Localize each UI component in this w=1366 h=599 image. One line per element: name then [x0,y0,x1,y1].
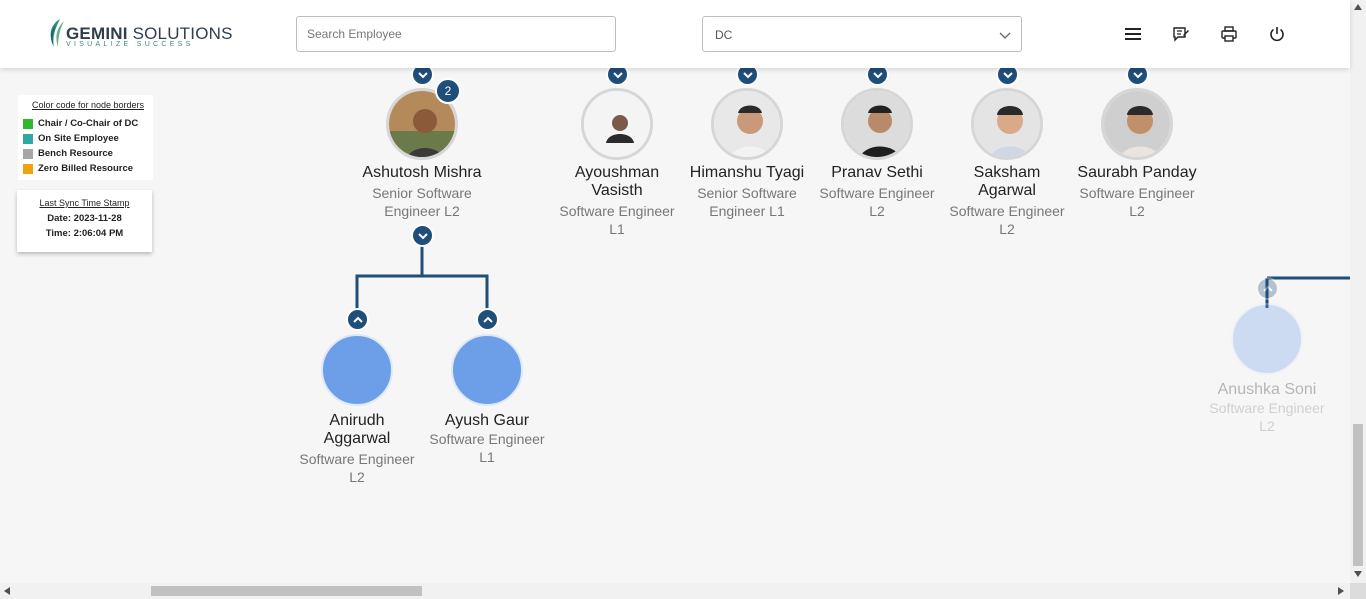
company-logo[interactable]: GEMINI SOLUTIONS VISUALIZE SUCCESS [46,17,232,51]
scroll-right-icon[interactable] [1338,587,1344,595]
sync-timestamp-card: Last Sync Time Stamp Date: 2023-11-28 Ti… [17,190,152,252]
collapse-toggle[interactable] [476,308,499,331]
avatar [1101,88,1173,160]
employee-role: Senior Software Engineer L2 [372,185,472,219]
scrollbar-corner [1350,583,1366,599]
dc-select[interactable]: DC [702,16,1022,52]
employee-name: Ayoushman Vasisth [574,164,660,199]
print-button[interactable] [1218,23,1240,45]
dc-select-value: DC [715,28,733,42]
employee-role: Software Engineer L2 [1079,185,1195,219]
employee-name: Anirudh Aggarwal [323,412,391,447]
chevron-down-icon [742,71,753,78]
color-legend: Color code for node borders Chair / Co-C… [18,95,153,180]
employee-role: Software Engineer L1 [429,431,545,465]
chevron-up-icon [1262,285,1273,292]
chevron-up-icon [482,316,493,323]
scroll-down-icon[interactable] [1354,571,1362,577]
employee-name: Saurabh Panday [1077,164,1197,181]
chevron-down-icon [612,71,623,78]
avatar [971,88,1043,160]
legend-item: Bench Resource [23,146,153,161]
chevron-down-icon [417,71,428,78]
chevron-down-icon [872,71,883,78]
legend-item: On Site Employee [23,131,153,146]
sync-time: Time: 2:06:04 PM [45,228,124,239]
legend-item: Zero Billed Resource [23,161,153,176]
horizontal-scroll-thumb[interactable] [151,586,422,596]
employee-role: Software Engineer L1 [559,203,675,237]
leaf-logo-icon [50,19,64,47]
chevron-down-icon [1002,71,1013,78]
employee-name: Saksham Agarwal [973,164,1041,199]
employee-role: Software Engineer L2 [1209,400,1325,434]
legend-label: Zero Billed Resource [38,163,134,174]
employee-name: Ayush Gaur [444,412,530,429]
sync-date: Date: 2023-11-28 [47,213,122,224]
avatar [451,334,523,406]
menu-icon [1125,28,1141,40]
chevron-up-icon [352,316,363,323]
vertical-scroll-thumb[interactable] [1353,424,1363,566]
legend-swatch [23,148,33,159]
org-chart-canvas[interactable]: 2 Ashutosh Mishra Senior Software Engine… [0,68,1350,583]
avatar [1231,303,1303,375]
vertical-scrollbar[interactable] [1350,0,1366,583]
employee-name: Pranav Sethi [831,164,923,181]
legend-swatch [23,118,33,129]
legend-title: Color code for node borders [31,100,145,110]
employee-role: Software Engineer L2 [949,203,1065,237]
scroll-left-icon[interactable] [4,587,10,595]
collapse-toggle[interactable] [411,224,434,247]
employee-name: Ashutosh Mishra [362,164,482,181]
collapse-toggle[interactable] [1256,277,1279,300]
search-employee-input[interactable] [296,16,616,52]
legend-label: On Site Employee [38,133,119,144]
avatar [711,88,783,160]
report-count-badge: 2 [435,78,461,104]
chevron-down-icon [999,32,1011,39]
avatar [581,88,653,160]
feedback-button[interactable] [1170,23,1192,45]
legend-swatch [23,133,33,144]
sync-title: Last Sync Time Stamp [39,198,130,208]
legend-label: Bench Resource [38,148,113,159]
app-header: GEMINI SOLUTIONS VISUALIZE SUCCESS DC [0,0,1350,68]
chevron-down-icon [1132,71,1143,78]
logo-tagline: VISUALIZE SUCCESS [66,41,194,48]
employee-role: Software Engineer L2 [299,451,415,485]
logout-button[interactable] [1266,23,1288,45]
scroll-up-icon[interactable] [1354,4,1362,10]
legend-swatch [23,163,33,174]
employee-role: Software Engineer L2 [819,185,935,219]
feedback-icon [1173,27,1189,42]
avatar [321,334,393,406]
horizontal-scrollbar[interactable] [0,583,1350,599]
employee-role: Senior Software Engineer L1 [697,185,797,219]
legend-label: Chair / Co-Chair of DC [38,118,139,129]
avatar [841,88,913,160]
employee-name: Himanshu Tyagi [689,164,805,181]
power-icon [1270,27,1284,42]
chevron-down-icon [417,232,428,239]
legend-item: Chair / Co-Chair of DC [23,116,153,131]
print-icon [1221,26,1237,42]
menu-button[interactable] [1122,23,1144,45]
employee-name: Anushka Soni [1217,381,1317,398]
collapse-toggle[interactable] [346,308,369,331]
